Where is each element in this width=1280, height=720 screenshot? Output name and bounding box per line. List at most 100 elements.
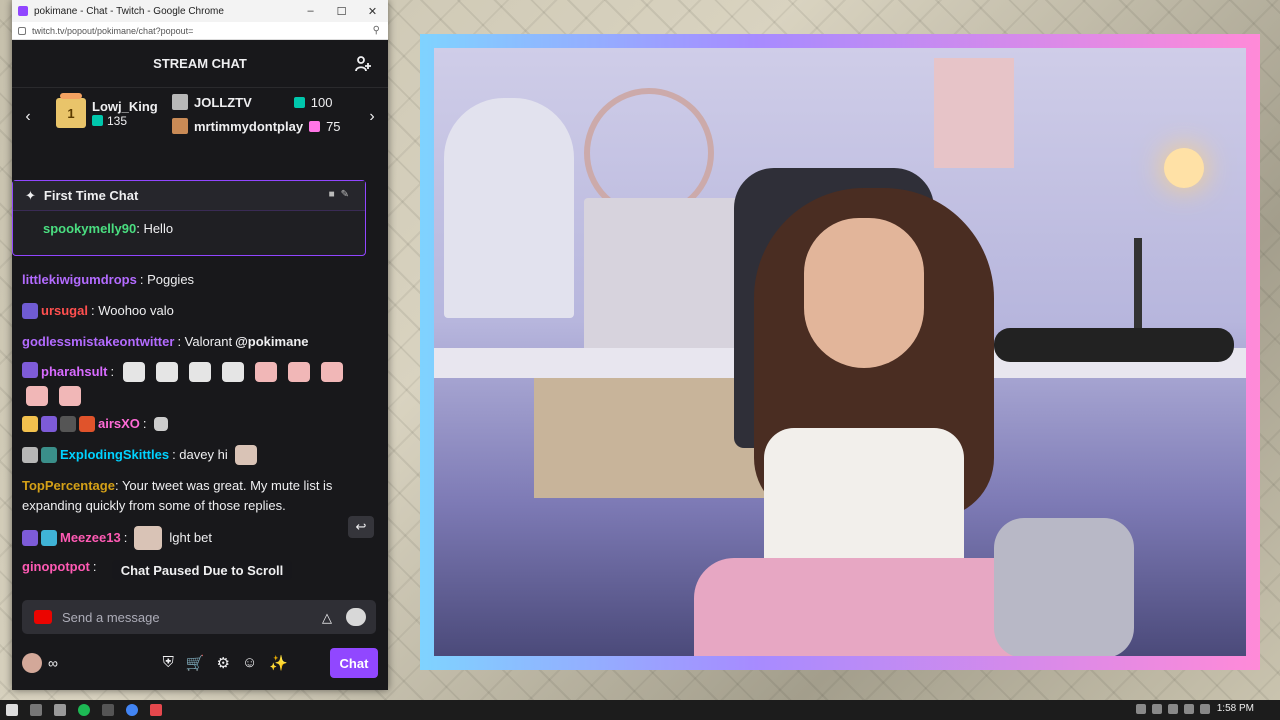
lamp: [1164, 148, 1204, 188]
first-time-chat-card: ✦ First Time Chat ■✎ spookymelly90: Hell…: [12, 180, 366, 256]
extension-icon[interactable]: ✨: [269, 654, 288, 672]
tray-icon[interactable]: [1168, 704, 1178, 714]
chat-username[interactable]: pharahsult: [41, 362, 107, 382]
heart-hands-emote-icon[interactable]: [255, 362, 278, 382]
chrome-icon[interactable]: [126, 704, 138, 716]
emote-icon[interactable]: [222, 362, 245, 382]
shield-icon[interactable]: ⛨: [163, 654, 174, 672]
emote-icon[interactable]: [189, 362, 212, 382]
wall-arch-shelf: [444, 98, 574, 318]
gift-icon: [293, 96, 305, 108]
first-time-chat-user[interactable]: spookymelly90: [43, 221, 136, 236]
chat-username[interactable]: airsXO: [98, 414, 140, 434]
badge-icon[interactable]: [22, 303, 38, 319]
chat-username[interactable]: ExplodingSkittles: [60, 445, 169, 465]
system-tray: [1136, 704, 1210, 714]
app-icon[interactable]: [102, 704, 114, 716]
gift-icon: [92, 115, 103, 126]
gift-leaderboard: ‹ 1 Lowj_King 135 JOLLZTV 100 mrtimmydon…: [12, 88, 388, 152]
mute-badge-icon[interactable]: [60, 416, 76, 432]
leaderboard-third-name: mrtimmydontplay: [194, 118, 304, 134]
leaderboard-first-name: Lowj_King: [92, 98, 158, 114]
emote-icon[interactable]: [134, 526, 163, 550]
channel-points-value[interactable]: ∞: [48, 655, 58, 671]
taskbar-clock[interactable]: 1:58 PM: [1217, 703, 1254, 714]
chat-text: lght bet: [169, 530, 212, 545]
badge-icon[interactable]: [22, 530, 38, 546]
heart-hands-emote-icon[interactable]: [59, 385, 81, 406]
chat-username[interactable]: godlessmistakeontwitter: [22, 332, 174, 352]
chat-message: ExplodingSkittles : davey hi: [12, 445, 362, 465]
chat-text: :: [142, 416, 147, 431]
close-icon[interactable]: ✕: [357, 0, 388, 22]
chat-username[interactable]: ginopotpot: [22, 557, 90, 577]
chat-text: : Your tweet was great. My mute list is: [114, 478, 333, 493]
emoji-icon[interactable]: ☺: [242, 654, 257, 672]
maximize-icon[interactable]: ☐: [326, 0, 357, 22]
chat-username[interactable]: ursugal: [41, 301, 88, 321]
chat-message-input[interactable]: [62, 609, 302, 625]
gift-bronze-icon: [172, 118, 188, 134]
chat-username[interactable]: TopPercentage: [22, 478, 115, 493]
badge-icon[interactable]: [41, 447, 57, 463]
minimize-icon[interactable]: –: [295, 0, 326, 22]
shield-badge-icon[interactable]: [22, 447, 38, 463]
windows-start-icon[interactable]: [6, 704, 18, 716]
sparkle-icon: ✦: [25, 187, 36, 203]
window-titlebar[interactable]: pokimane - Chat - Twitch - Google Chrome…: [12, 0, 388, 22]
avatar[interactable]: [22, 653, 42, 673]
first-time-chat-text: : Hello: [136, 221, 174, 236]
chat-message: littlekiwigumdrops : Poggies: [12, 270, 362, 290]
chat-text-continued: expanding quickly from some of those rep…: [22, 498, 286, 513]
emote-icon[interactable]: [123, 362, 146, 382]
emote-icon[interactable]: [156, 362, 179, 382]
emote-icon[interactable]: [234, 445, 257, 465]
webcam-frame: [420, 34, 1260, 670]
webcam-video[interactable]: [434, 48, 1246, 656]
heart-hands-emote-icon[interactable]: [321, 362, 344, 382]
reply-icon[interactable]: ↩: [348, 516, 374, 538]
badge-icon[interactable]: [79, 416, 95, 432]
volume-icon[interactable]: [1200, 704, 1210, 714]
chat-username[interactable]: littlekiwigumdrops: [22, 270, 137, 290]
heart-hands-emote-icon[interactable]: [288, 362, 311, 382]
gift-icon: [309, 120, 321, 132]
chat-send-button[interactable]: Chat: [330, 648, 378, 678]
badge-icon[interactable]: [22, 362, 38, 378]
leaderboard-second-name: JOLLZTV: [194, 94, 252, 110]
leaderboard-second[interactable]: JOLLZTV 100: [172, 94, 332, 110]
app-icon[interactable]: [150, 704, 162, 716]
twitch-favicon-icon: [18, 6, 28, 16]
users-icon[interactable]: [354, 54, 374, 74]
chat-username[interactable]: Meezee13: [60, 528, 121, 548]
gift-cart-icon[interactable]: 🛒: [186, 654, 205, 672]
chat-message: airsXO :: [12, 414, 362, 434]
search-icon[interactable]: [30, 704, 42, 716]
gear-icon[interactable]: ⚙: [217, 654, 230, 672]
windows-taskbar: 1:58 PM: [0, 700, 1280, 720]
crown-badge-icon[interactable]: [22, 416, 38, 432]
zoom-icon[interactable]: ⚲: [373, 25, 380, 36]
emote-picker-icon[interactable]: [346, 608, 366, 626]
chat-mention[interactable]: @pokimane: [235, 332, 308, 352]
window-title: pokimane - Chat - Twitch - Google Chrome: [34, 5, 224, 17]
badge-icon[interactable]: [41, 416, 57, 432]
task-view-icon[interactable]: [54, 704, 66, 716]
camera-icon[interactable]: [34, 610, 52, 624]
heart-hands-emote-icon[interactable]: [26, 385, 48, 406]
tray-icon[interactable]: [1136, 704, 1146, 714]
leaderboard-first[interactable]: 1 Lowj_King 135: [56, 93, 158, 128]
bits-icon[interactable]: △: [322, 610, 336, 625]
network-icon[interactable]: [1184, 704, 1194, 714]
badge-icon[interactable]: [41, 530, 57, 546]
spotify-icon[interactable]: [78, 704, 90, 716]
chat-paused-banner[interactable]: Chat Paused Due to Scroll: [112, 560, 292, 580]
gift-silver-icon: [172, 94, 188, 110]
tray-icon[interactable]: [1152, 704, 1162, 714]
first-time-chat-controls-icon[interactable]: ■✎: [329, 189, 355, 200]
chevron-right-icon[interactable]: ›: [362, 108, 382, 126]
leaderboard-third[interactable]: mrtimmydontplay 75: [172, 118, 341, 134]
emote-icon[interactable]: [153, 417, 168, 431]
address-bar[interactable]: twitch.tv/popout/pokimane/chat?popout= ⚲: [12, 22, 388, 40]
chevron-left-icon[interactable]: ‹: [18, 108, 38, 126]
